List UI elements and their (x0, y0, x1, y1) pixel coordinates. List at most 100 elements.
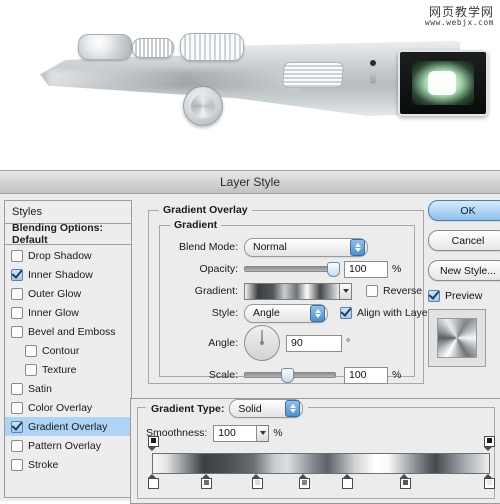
camera-lens-housing (398, 50, 488, 116)
sidebar-item-texture[interactable]: Texture (5, 360, 131, 379)
opacity-label: Opacity: (199, 263, 238, 275)
cancel-button[interactable]: Cancel (428, 230, 500, 251)
preview-thumbnail (437, 318, 477, 358)
sidebar-item-label: Contour (42, 344, 80, 357)
style-value: Angle (253, 307, 280, 319)
sidebar-item-inner-shadow[interactable]: Inner Shadow (5, 265, 131, 284)
color-stop[interactable] (201, 474, 213, 489)
opacity-unit: % (392, 263, 402, 275)
sidebar-item-gradient-overlay[interactable]: Gradient Overlay (5, 417, 131, 436)
styles-header: Styles (5, 201, 131, 224)
chevron-updown-icon[interactable] (310, 304, 325, 322)
style-select[interactable]: Angle (244, 303, 328, 323)
watermark: 网页教学网 www.webjx.com (425, 6, 494, 27)
blending-options-item[interactable]: Blending Options: Default (5, 222, 131, 246)
opacity-slider[interactable] (244, 262, 340, 277)
scale-slider-knob[interactable] (280, 368, 294, 383)
sidebar-item-bevel-and-emboss[interactable]: Bevel and Emboss (5, 322, 131, 341)
sidebar-item-pattern-overlay[interactable]: Pattern Overlay (5, 436, 131, 455)
new-style-button[interactable]: New Style... (428, 260, 500, 281)
scale-input[interactable]: 100 (344, 366, 388, 384)
blend-mode-select[interactable]: Normal (244, 237, 368, 257)
smoothness-input[interactable]: 100 (213, 424, 258, 442)
sidebar-item-stroke[interactable]: Stroke (5, 455, 131, 474)
scale-label: Scale: (208, 369, 238, 381)
screen: 网页教学网 www.webjx.com Layer Style Styles B… (0, 0, 500, 504)
camera-speaker-grille (282, 62, 344, 88)
preview-checkbox[interactable] (428, 290, 440, 302)
camera-illustration (40, 33, 488, 126)
smoothness-row: Smoothness: 100 % (146, 424, 326, 442)
opacity-row: Opacity: 100 % (166, 260, 424, 278)
opacity-stop[interactable] (147, 436, 159, 451)
sidebar-item-drop-shadow[interactable]: Drop Shadow (5, 246, 131, 265)
artwork-canvas: 网页教学网 www.webjx.com (0, 0, 500, 170)
ok-button[interactable]: OK (428, 200, 500, 221)
opacity-slider-knob[interactable] (327, 262, 340, 277)
gradient-overlay-fieldset: Gradient Overlay Gradient Blend Mode: No… (148, 204, 431, 384)
effect-checkbox[interactable] (11, 249, 23, 262)
effect-checkbox[interactable] (11, 439, 23, 452)
effect-checkbox[interactable] (11, 401, 23, 414)
sidebar-item-outer-glow[interactable]: Outer Glow (5, 284, 131, 303)
effect-checkbox[interactable] (11, 420, 23, 433)
preview-label: Preview (445, 290, 483, 302)
preview-thumbnail-box (428, 309, 486, 367)
style-label: Style: (211, 307, 238, 319)
camera-dial-right (180, 33, 244, 61)
chevron-updown-icon[interactable] (285, 400, 301, 417)
chevron-updown-icon[interactable] (350, 238, 365, 256)
effect-checkbox[interactable] (11, 325, 23, 338)
effect-checkbox[interactable] (11, 268, 23, 281)
color-stop[interactable] (342, 474, 354, 489)
blend-mode-label: Blend Mode: (179, 241, 238, 253)
angle-dial[interactable] (244, 325, 280, 361)
dialog-title: Layer Style (219, 175, 281, 189)
sidebar-item-color-overlay[interactable]: Color Overlay (5, 398, 131, 417)
sidebar-item-satin[interactable]: Satin (5, 379, 131, 398)
gradient-picker-button[interactable] (340, 282, 352, 300)
scale-slider[interactable] (244, 368, 336, 383)
preview-row: Preview (428, 290, 500, 302)
gradient-type-fieldset: Gradient Type: Solid Smoothness: 100 % (137, 399, 495, 499)
opacity-input[interactable]: 100 (344, 260, 388, 278)
color-stop[interactable] (298, 474, 310, 489)
blend-mode-value: Normal (253, 241, 287, 253)
opacity-stop[interactable] (483, 436, 495, 451)
effect-checkbox[interactable] (25, 363, 37, 376)
sidebar-item-label: Bevel and Emboss (28, 325, 116, 338)
effect-checkbox[interactable] (11, 306, 23, 319)
watermark-url: www.webjx.com (424, 17, 494, 27)
gradient-preview-swatch[interactable] (244, 282, 340, 300)
gradient-ramp[interactable] (152, 453, 490, 474)
effect-checkbox[interactable] (11, 458, 23, 471)
blend-mode-row: Blend Mode: Normal (166, 237, 418, 257)
color-stop[interactable] (147, 474, 159, 489)
sidebar-item-contour[interactable]: Contour (5, 341, 131, 360)
dialog-titlebar[interactable]: Layer Style (0, 171, 500, 194)
camera-lens-glass (412, 61, 474, 105)
effect-checkbox[interactable] (25, 344, 37, 357)
color-stop[interactable] (483, 474, 495, 489)
camera-shutter-button (183, 86, 223, 126)
effect-checkbox[interactable] (11, 287, 23, 300)
align-with-layer-checkbox[interactable] (340, 307, 352, 319)
color-stop[interactable] (399, 474, 411, 489)
smoothness-dropdown-button[interactable] (257, 424, 270, 442)
gradient-type-legend: Gradient Type: Solid (146, 399, 309, 418)
gradient-type-select[interactable]: Solid (229, 399, 304, 418)
sidebar-item-inner-glow[interactable]: Inner Glow (5, 303, 131, 322)
color-stop[interactable] (251, 474, 263, 489)
gradient-row: Gradient: Reverse (166, 282, 432, 300)
camera-dial-left (78, 34, 132, 60)
sidebar-item-label: Drop Shadow (28, 249, 92, 262)
scale-unit: % (392, 369, 402, 381)
camera-sensor-dot-icon (370, 60, 376, 66)
effect-checkbox[interactable] (11, 382, 23, 395)
sidebar-item-label: Inner Glow (28, 306, 79, 319)
angle-input[interactable]: 90 (286, 334, 342, 352)
scale-row: Scale: 100 % (166, 366, 424, 384)
sidebar-item-label: Color Overlay (28, 401, 93, 414)
reverse-checkbox[interactable] (366, 285, 378, 297)
gradient-editor-panel: Gradient Type: Solid Smoothness: 100 % (130, 398, 500, 504)
